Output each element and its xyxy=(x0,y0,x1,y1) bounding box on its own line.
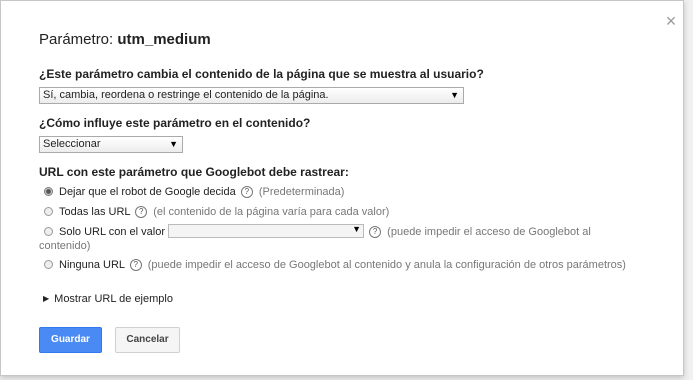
radio-button[interactable] xyxy=(44,207,53,216)
chevron-down-icon: ▼ xyxy=(352,224,362,234)
help-icon[interactable]: ? xyxy=(369,226,382,238)
triangle-right-icon: ▶ xyxy=(43,294,50,303)
option-hint: (puede impedir el acceso de Googlebot al… xyxy=(147,259,626,271)
option-hint-continuation: contenido) xyxy=(39,240,91,252)
crawl-option-googlebot-decides[interactable]: Dejar que el robot de Google decida ? (P… xyxy=(44,186,344,198)
help-icon[interactable]: ? xyxy=(135,206,148,218)
title-parameter-name: utm_medium xyxy=(117,31,211,48)
value-select[interactable]: ▼ xyxy=(168,224,365,238)
save-button[interactable]: Guardar xyxy=(39,327,102,353)
radio-button[interactable] xyxy=(44,187,53,196)
option-hint: (Predeterminada) xyxy=(258,186,345,198)
expander-label: Mostrar URL de ejemplo xyxy=(54,293,173,305)
radio-button[interactable] xyxy=(44,227,53,236)
crawl-option-no-urls[interactable]: Ninguna URL ? (puede impedir el acceso d… xyxy=(44,259,626,271)
cancel-button[interactable]: Cancelar xyxy=(115,327,180,353)
dialog-title: Parámetro: utm_medium xyxy=(39,31,211,48)
option-label: Dejar que el robot de Google decida xyxy=(59,186,236,198)
help-icon[interactable]: ? xyxy=(240,186,253,198)
parameter-dialog: × Parámetro: utm_medium ¿Este parámetro … xyxy=(0,0,684,376)
title-prefix: Parámetro: xyxy=(39,31,118,48)
content-change-select[interactable]: Sí, cambia, reordena o restringe el cont… xyxy=(39,87,464,104)
radio-button[interactable] xyxy=(44,260,53,269)
help-icon[interactable]: ? xyxy=(129,259,142,271)
content-change-selected: Sí, cambia, reordena o restringe el cont… xyxy=(43,89,329,101)
content-effect-select[interactable]: Seleccionar ▼ xyxy=(39,136,183,153)
chevron-down-icon: ▼ xyxy=(450,90,459,100)
question-content-change: ¿Este parámetro cambia el contenido de l… xyxy=(39,67,484,81)
show-example-urls-toggle[interactable]: ▶ Mostrar URL de ejemplo xyxy=(43,293,173,305)
crawl-option-all-urls[interactable]: Todas las URL ? (el contenido de la pági… xyxy=(44,206,389,218)
chevron-down-icon: ▼ xyxy=(169,139,178,149)
option-hint: (puede impedir el acceso de Googlebot al xyxy=(387,226,591,238)
close-icon[interactable]: × xyxy=(663,12,679,30)
question-content-effect: ¿Cómo influye este parámetro en el conte… xyxy=(39,116,311,130)
option-label: Solo URL con el valor xyxy=(59,226,165,238)
option-label: Ninguna URL xyxy=(59,259,125,271)
option-hint: (el contenido de la página varía para ca… xyxy=(153,206,390,218)
crawl-option-only-value[interactable]: Solo URL con el valor ▼ ? (puede impedir… xyxy=(44,224,591,238)
option-label: Todas las URL xyxy=(59,206,131,218)
content-effect-selected: Seleccionar xyxy=(43,138,101,150)
crawl-section-label: URL con este parámetro que Googlebot deb… xyxy=(39,165,349,179)
